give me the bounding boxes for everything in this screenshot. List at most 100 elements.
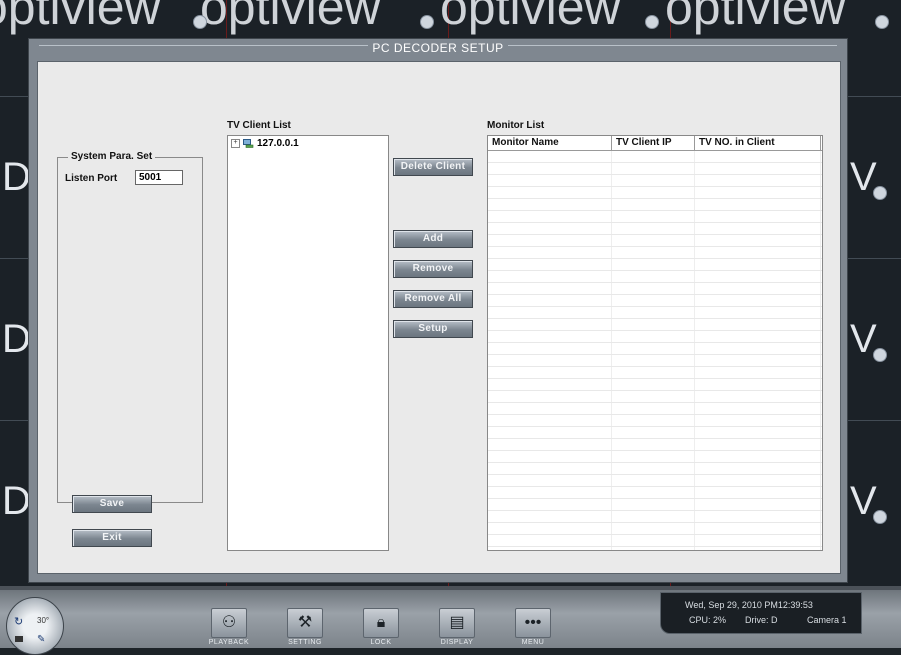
table-row[interactable] (488, 331, 822, 343)
add-button[interactable]: Add (393, 230, 473, 248)
lock-label: LOCK (370, 639, 392, 646)
table-row[interactable] (488, 403, 822, 415)
table-row[interactable] (488, 487, 822, 499)
setup-button[interactable]: Setup (393, 320, 473, 338)
table-row[interactable] (488, 355, 822, 367)
display-button[interactable]: ▤ DISPLAY (431, 608, 483, 648)
status-drive: Drive: D (745, 615, 778, 625)
table-row[interactable] (488, 259, 822, 271)
system-para-group-title: System Para. Set (68, 151, 156, 162)
table-cell (488, 331, 612, 342)
monitor-list-label: Monitor List (487, 120, 545, 131)
camera-small-icon[interactable] (15, 636, 23, 642)
table-cell (612, 343, 695, 354)
table-cell (695, 331, 821, 342)
table-row[interactable] (488, 199, 822, 211)
column-header-monitor-name[interactable]: Monitor Name (488, 136, 612, 150)
table-cell (488, 391, 612, 402)
tree-node-client[interactable]: + 127.0.0.1 (231, 138, 299, 149)
table-row[interactable] (488, 511, 822, 523)
table-row[interactable] (488, 307, 822, 319)
table-cell (612, 427, 695, 438)
setting-button[interactable]: ⚒ SETTING (279, 608, 331, 648)
listen-port-label: Listen Port (65, 173, 118, 184)
table-cell (488, 427, 612, 438)
table-cell (612, 283, 695, 294)
column-header-tv-no[interactable]: TV NO. in Client (695, 136, 821, 150)
delete-client-button[interactable]: Delete Client (393, 158, 473, 176)
exit-button[interactable]: Exit (72, 529, 152, 547)
table-row[interactable] (488, 451, 822, 463)
tv-client-tree[interactable]: + 127.0.0.1 (227, 135, 389, 551)
table-row[interactable] (488, 235, 822, 247)
table-row[interactable] (488, 367, 822, 379)
pc-decoder-setup-dialog: PC DECODER SETUP System Para. Set Listen… (28, 38, 848, 583)
monitor-list-table[interactable]: Monitor Name TV Client IP TV NO. in Clie… (487, 135, 823, 551)
table-cell (612, 187, 695, 198)
table-row[interactable] (488, 163, 822, 175)
table-row[interactable] (488, 211, 822, 223)
table-cell (488, 367, 612, 378)
ptz-dial[interactable]: 30° ↻ ✎ (6, 597, 64, 655)
playback-button[interactable]: ⚇ PLAYBACK (203, 608, 255, 648)
rotate-icon[interactable]: ↻ (14, 615, 23, 628)
save-button[interactable]: Save (72, 495, 152, 513)
table-cell (612, 175, 695, 186)
table-row[interactable] (488, 247, 822, 259)
listen-port-input[interactable]: 5001 (135, 170, 183, 185)
table-row[interactable] (488, 415, 822, 427)
table-row[interactable] (488, 187, 822, 199)
table-row[interactable] (488, 463, 822, 475)
table-cell (612, 331, 695, 342)
table-row[interactable] (488, 343, 822, 355)
menu-button[interactable]: ••• MENU (507, 608, 559, 648)
table-cell (488, 211, 612, 222)
table-row[interactable] (488, 535, 822, 547)
table-cell (612, 211, 695, 222)
table-cell (488, 151, 612, 162)
status-cpu: CPU: 2% (689, 615, 727, 625)
table-row[interactable] (488, 391, 822, 403)
table-row[interactable] (488, 439, 822, 451)
watermark-fragment: V (850, 479, 877, 523)
table-row[interactable] (488, 175, 822, 187)
lock-icon: 🔒︎ (363, 608, 399, 638)
table-row[interactable] (488, 547, 822, 550)
table-cell (695, 403, 821, 414)
table-row[interactable] (488, 475, 822, 487)
dialog-body: System Para. Set Listen Port 5001 TV Cli… (37, 61, 841, 574)
table-cell (695, 295, 821, 306)
table-row[interactable] (488, 523, 822, 535)
table-row[interactable] (488, 271, 822, 283)
table-cell (488, 463, 612, 474)
table-cell (612, 535, 695, 546)
lock-button[interactable]: 🔒︎ LOCK (355, 608, 407, 648)
pen-icon[interactable]: ✎ (37, 634, 45, 645)
watermark-fragment: D (2, 155, 31, 199)
table-cell (612, 163, 695, 174)
table-row[interactable] (488, 283, 822, 295)
table-row[interactable] (488, 295, 822, 307)
remove-all-button[interactable]: Remove All (393, 290, 473, 308)
table-row[interactable] (488, 499, 822, 511)
table-row[interactable] (488, 319, 822, 331)
table-cell (695, 211, 821, 222)
table-cell (488, 319, 612, 330)
table-cell (488, 499, 612, 510)
table-row[interactable] (488, 427, 822, 439)
column-header-tv-client-ip[interactable]: TV Client IP (612, 136, 695, 150)
table-cell (612, 271, 695, 282)
remove-button[interactable]: Remove (393, 260, 473, 278)
table-cell (612, 259, 695, 270)
table-row[interactable] (488, 379, 822, 391)
dialog-titlebar[interactable]: PC DECODER SETUP (29, 39, 847, 55)
expand-plus-icon[interactable]: + (231, 139, 240, 148)
table-row[interactable] (488, 151, 822, 163)
table-row[interactable] (488, 223, 822, 235)
tv-client-list-label: TV Client List (227, 120, 291, 131)
table-cell (695, 307, 821, 318)
table-cell (695, 271, 821, 282)
tree-node-label: 127.0.0.1 (257, 138, 299, 149)
table-cell (695, 163, 821, 174)
table-cell (612, 151, 695, 162)
